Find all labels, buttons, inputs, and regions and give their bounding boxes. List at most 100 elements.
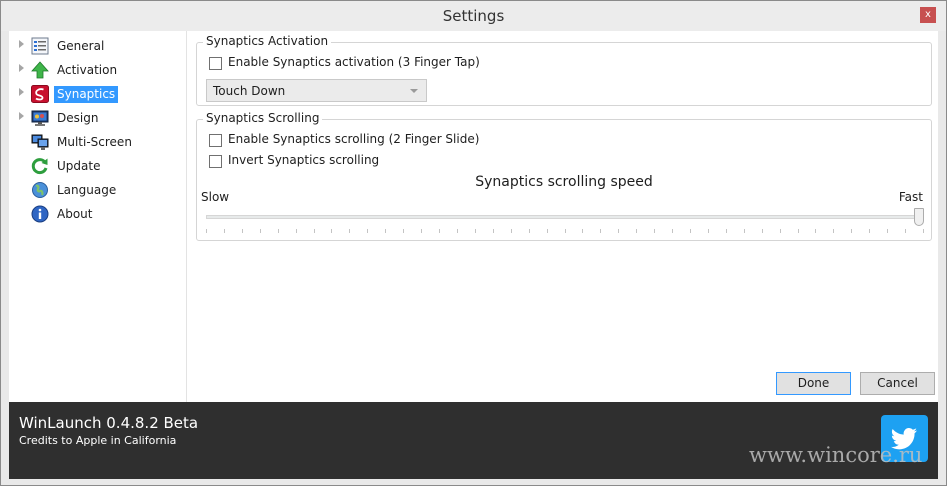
sidebar-item-activation[interactable]: Activation: [9, 59, 187, 81]
dropdown-value: Touch Down: [213, 84, 286, 98]
slider-tick: [260, 229, 261, 233]
slider-tick: [421, 229, 422, 233]
checklist-icon: [31, 37, 49, 55]
checkbox-label: Invert Synaptics scrolling: [228, 153, 380, 167]
close-button[interactable]: x: [920, 7, 936, 23]
synaptics-logo-icon: [31, 85, 49, 103]
slider-max-label: Fast: [898, 190, 923, 204]
footer-bar: WinLaunch 0.4.8.2 Beta Credits to Apple …: [9, 402, 938, 479]
slider-tick: [493, 229, 494, 233]
slider-tick: [708, 229, 709, 233]
slider-ticks: [206, 229, 924, 234]
slider-tick: [278, 229, 279, 233]
expand-arrow-icon[interactable]: [19, 40, 24, 48]
slider-tick: [565, 229, 566, 233]
sidebar-item-label: Design: [57, 111, 99, 125]
slider-tick: [457, 229, 458, 233]
slider-tick: [224, 229, 225, 233]
sidebar-item-label: Update: [57, 159, 101, 173]
globe-icon: [32, 182, 48, 198]
slider-tick: [242, 229, 243, 233]
watermark: www.wincore.ru: [749, 443, 923, 467]
slider-tick: [887, 229, 888, 233]
checkbox-label: Enable Synaptics activation (3 Finger Ta…: [228, 55, 480, 69]
slider-tick: [780, 229, 781, 233]
credits-text: Credits to Apple in California: [19, 434, 177, 447]
settings-window: Settings x General Activation Synaptics …: [0, 0, 947, 486]
slider-tick: [869, 229, 870, 233]
cancel-button[interactable]: Cancel: [860, 372, 935, 395]
sidebar-item-about[interactable]: About: [9, 203, 187, 225]
slider-tick: [349, 229, 350, 233]
slider-tick: [905, 229, 906, 233]
slider-tick: [582, 229, 583, 233]
sidebar-item-label: Synaptics: [54, 86, 119, 103]
refresh-icon: [31, 158, 48, 175]
enable-scrolling-checkbox[interactable]: [209, 134, 222, 147]
expand-arrow-icon[interactable]: [19, 112, 24, 120]
done-button[interactable]: Done: [776, 372, 851, 395]
slider-tick: [672, 229, 673, 233]
sidebar-item-design[interactable]: Design: [9, 107, 187, 129]
chevron-down-icon: [410, 89, 418, 93]
enable-activation-checkbox[interactable]: [209, 57, 222, 70]
sidebar-item-synaptics[interactable]: Synaptics: [9, 83, 187, 105]
sidebar-item-language[interactable]: Language: [9, 179, 187, 201]
sidebar-item-label: General: [57, 39, 105, 53]
slider-tick: [475, 229, 476, 233]
green-up-arrow-icon: [31, 61, 49, 79]
slider-tick: [690, 229, 691, 233]
settings-content: Synaptics Activation Enable Synaptics ac…: [195, 31, 938, 402]
expand-arrow-icon[interactable]: [19, 64, 24, 72]
sidebar-item-label: Multi-Screen: [57, 135, 132, 149]
slider-tick: [798, 229, 799, 233]
slider-tick: [636, 229, 637, 233]
activation-trigger-dropdown[interactable]: Touch Down: [206, 79, 427, 102]
window-title: Settings: [442, 7, 505, 25]
slider-tick: [529, 229, 530, 233]
title-bar: Settings x: [1, 1, 946, 31]
invert-scrolling-checkbox[interactable]: [209, 155, 222, 168]
sidebar-item-general[interactable]: General: [9, 35, 187, 57]
sidebar-item-label: Activation: [57, 63, 118, 77]
slider-tick: [331, 229, 332, 233]
slider-tick: [314, 229, 315, 233]
sidebar-item-label: About: [57, 207, 93, 221]
slider-tick: [439, 229, 440, 233]
sidebar-item-update[interactable]: Update: [9, 155, 187, 177]
slider-tick: [833, 229, 834, 233]
slider-tick: [815, 229, 816, 233]
sidebar: General Activation Synaptics Design Mult…: [9, 31, 187, 402]
sidebar-item-multi-screen[interactable]: Multi-Screen: [9, 131, 187, 153]
slider-tick: [367, 229, 368, 233]
slider-tick: [744, 229, 745, 233]
sidebar-item-label: Language: [57, 183, 117, 197]
scrolling-speed-slider-thumb[interactable]: [914, 208, 924, 226]
slider-tick: [600, 229, 601, 233]
group-title: Synaptics Activation: [203, 34, 332, 48]
slider-min-label: Slow: [201, 190, 230, 204]
slider-tick: [618, 229, 619, 233]
slider-tick: [403, 229, 404, 233]
app-version: WinLaunch 0.4.8.2 Beta: [19, 414, 199, 432]
slider-tick: [206, 229, 207, 233]
client-area: General Activation Synaptics Design Mult…: [9, 31, 938, 402]
slider-tick: [547, 229, 548, 233]
group-title: Synaptics Scrolling: [203, 111, 323, 125]
synaptics-scrolling-group: Synaptics Scrolling Enable Synaptics scr…: [196, 111, 932, 241]
multi-monitor-icon: [31, 134, 49, 150]
scrolling-speed-slider-track[interactable]: [206, 215, 924, 219]
slider-tick: [511, 229, 512, 233]
checkbox-label: Enable Synaptics scrolling (2 Finger Sli…: [228, 132, 480, 146]
slider-tick: [762, 229, 763, 233]
expand-arrow-icon[interactable]: [19, 88, 24, 96]
scrolling-speed-title: Synaptics scrolling speed: [475, 174, 653, 190]
slider-tick: [296, 229, 297, 233]
monitor-design-icon: [31, 110, 49, 126]
slider-tick: [923, 229, 924, 233]
info-icon: [31, 205, 49, 223]
slider-tick: [654, 229, 655, 233]
slider-tick: [851, 229, 852, 233]
synaptics-activation-group: Synaptics Activation Enable Synaptics ac…: [196, 34, 932, 106]
slider-tick: [726, 229, 727, 233]
